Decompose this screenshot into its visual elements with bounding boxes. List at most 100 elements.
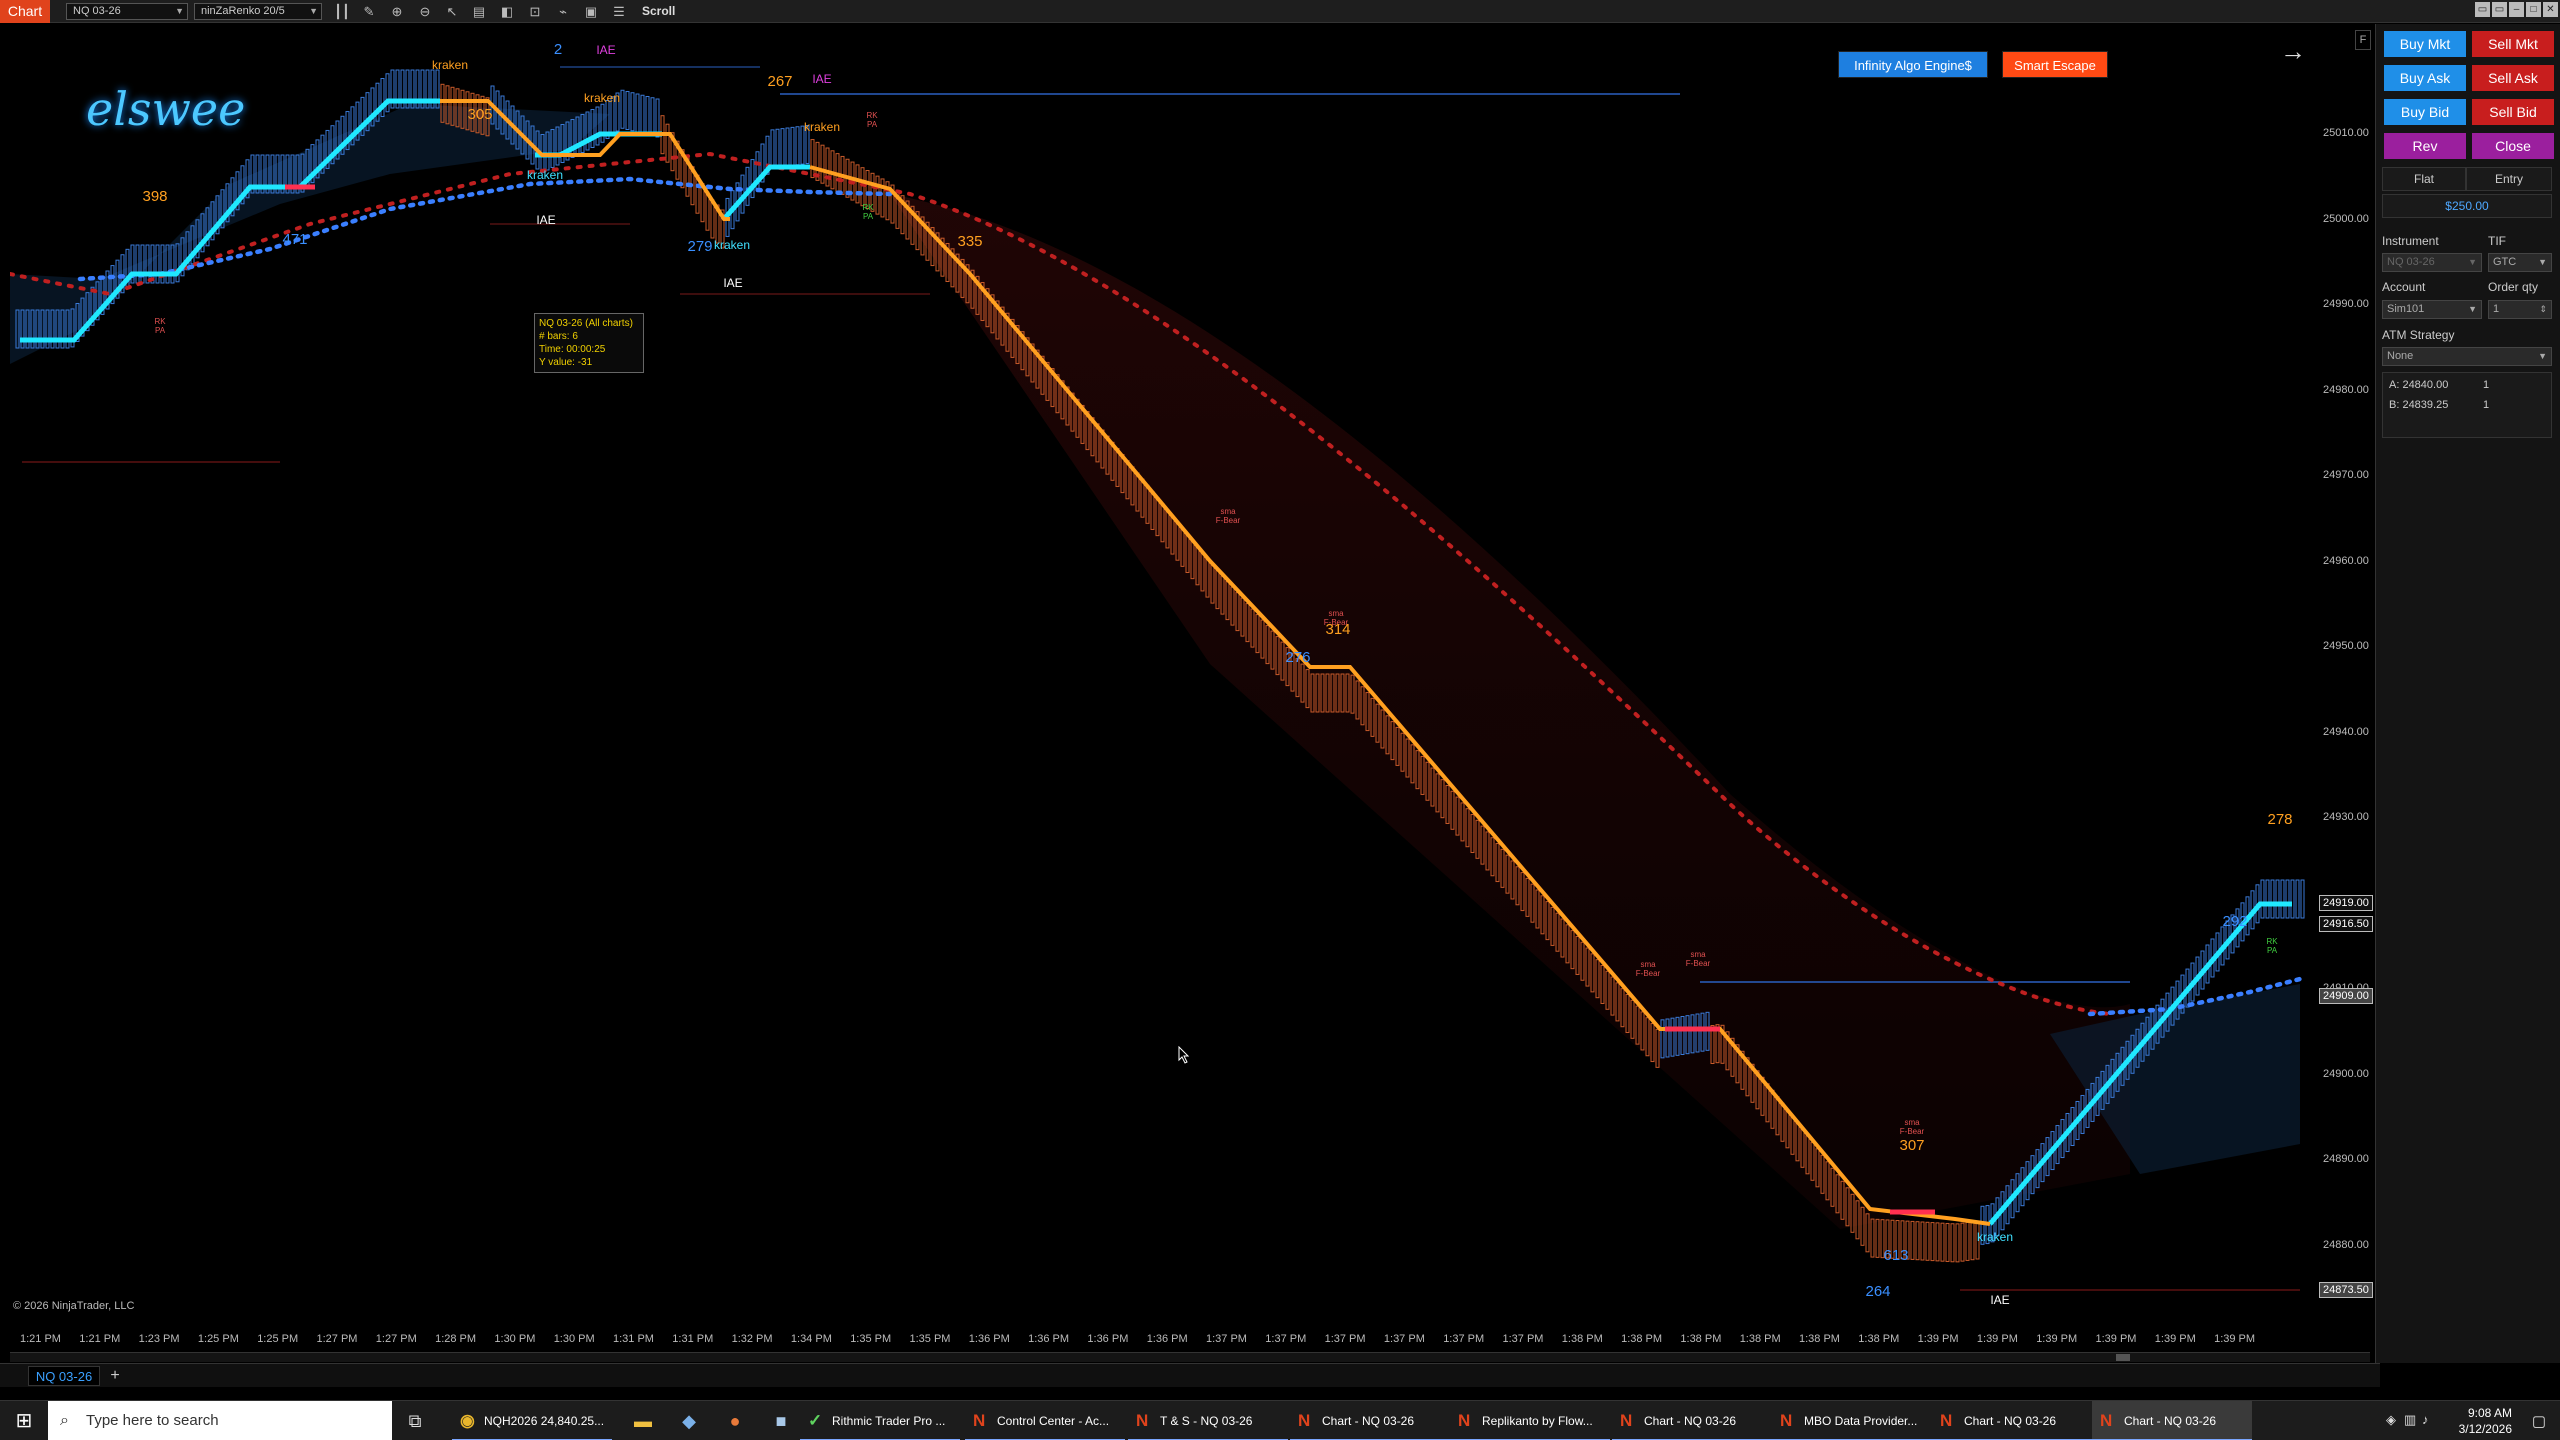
close-icon[interactable]: ✕ (2543, 2, 2558, 17)
atm-strategy-select[interactable]: None ▼ (2382, 347, 2552, 366)
cascade-icon[interactable]: ▭ (2492, 2, 2507, 17)
renko-candle (635, 93, 640, 133)
add-tab-button[interactable]: + (106, 1366, 124, 1386)
bar-type-selector-value: ninZaRenko 20/5 (201, 5, 285, 17)
pointer-icon[interactable]: ↖ (443, 3, 461, 20)
buy-market-button[interactable]: Buy Mkt (2384, 31, 2466, 57)
time-tick-label: 1:38 PM (1799, 1333, 1840, 1345)
instrument-select[interactable]: NQ 03-26 ▼ (2382, 253, 2482, 272)
drawing-tool-icon[interactable]: ✎ (360, 3, 378, 20)
app-pin-icon[interactable]: ● (712, 1401, 758, 1440)
buy-bid-button[interactable]: Buy Bid (2384, 99, 2466, 125)
price-marker: 24916.50 (2319, 916, 2373, 932)
app-pin-icon[interactable]: ■ (758, 1401, 804, 1440)
price-tick-label: 24990.00 (2323, 298, 2369, 310)
search-icon: ⌕ (60, 1412, 69, 1429)
price-axis[interactable]: 25010.00 25000.00 24990.00 24980.00 24970.00… (2315, 24, 2375, 1324)
account-select[interactable]: Sim101 ▼ (2382, 300, 2482, 319)
close-position-button[interactable]: Close (2472, 133, 2554, 159)
indicators-icon[interactable]: ◧ (498, 3, 516, 20)
chart-trader-panel: Buy Mkt Sell Mkt Buy Ask Sell Ask Buy Bi… (2375, 24, 2560, 1363)
tif-select[interactable]: GTC ▼ (2488, 253, 2552, 272)
bar-type-selector[interactable]: ninZaRenko 20/5 ▼ (194, 3, 322, 20)
time-tick-label: 1:39 PM (2095, 1333, 2137, 1345)
chart-menu-button[interactable]: Chart (0, 0, 50, 23)
price-marker: 24909.00 (2319, 988, 2373, 1004)
ninjatrader-icon: N (1780, 1411, 1793, 1430)
zoom-out-icon[interactable]: ⊖ (416, 3, 434, 20)
instrument-selector[interactable]: NQ 03-26 ▼ (66, 3, 188, 20)
notification-icon[interactable]: ▢ (2532, 1412, 2546, 1430)
renko-candle (1960, 1222, 1965, 1262)
taskbar-app-button[interactable]: N Chart - NQ 03-26 (2092, 1401, 2252, 1440)
chart-trader-icon[interactable]: ⌁ (554, 3, 572, 20)
minimize-icon[interactable]: – (2509, 2, 2524, 17)
signal-label: sma (1904, 1118, 1920, 1127)
time-tick-label: 1:36 PM (1146, 1333, 1188, 1345)
signal-label: PA (155, 326, 166, 335)
scrollbar-thumb[interactable] (2116, 1354, 2130, 1361)
tile-icon[interactable]: ▭ (2475, 2, 2490, 17)
taskbar-app-button[interactable]: N Chart - NQ 03-26 (1612, 1401, 1772, 1440)
sell-ask-button[interactable]: Sell Ask (2472, 65, 2554, 91)
file-explorer-icon[interactable]: ▬ (620, 1401, 666, 1440)
tray-app-icon[interactable]: ◈ (2386, 1412, 2396, 1428)
bars-style-icon[interactable]: ┃┃ (333, 3, 351, 20)
data-series-icon[interactable]: ▤ (470, 3, 488, 20)
taskbar-search-input[interactable]: ⌕ Type here to search (48, 1401, 392, 1440)
renko-candle (170, 244, 175, 284)
renko-candle (665, 123, 670, 163)
zoom-in-icon[interactable]: ⊕ (388, 3, 406, 20)
smart-escape-button[interactable]: Smart Escape (2002, 51, 2108, 78)
entry-status: Entry (2466, 167, 2552, 191)
taskbar-app-button[interactable]: N Chart - NQ 03-26 (1290, 1401, 1450, 1440)
stepper-icon[interactable]: ⇕ (2539, 301, 2547, 318)
taskbar-app-button[interactable]: ◉ NQH2026 24,840.25... (452, 1401, 612, 1440)
signal-label: 307 (1899, 1137, 1924, 1154)
taskbar-app-button[interactable]: N MBO Data Provider... (1772, 1401, 1932, 1440)
taskbar-app-button[interactable]: N Replikanto by Flow... (1450, 1401, 1610, 1440)
renko-candle (630, 92, 635, 132)
instrument-tab[interactable]: NQ 03-26 (28, 1366, 100, 1386)
reverse-button[interactable]: Rev (2384, 133, 2466, 159)
taskbar-app-button[interactable]: N Control Center - Ac... (965, 1401, 1125, 1440)
signal-label: RK (862, 203, 874, 212)
buy-ask-button[interactable]: Buy Ask (2384, 65, 2466, 91)
clock[interactable]: 9:08 AM 3/12/2026 (2459, 1405, 2512, 1437)
time-axis[interactable]: 1:21 PM 1:21 PM 1:23 PM 1:25 PM 1:25 PM 1:27 … (10, 1328, 2370, 1350)
price-tick-label: 24950.00 (2323, 640, 2369, 652)
chevron-down-icon: ▼ (175, 6, 184, 16)
properties-icon[interactable]: ▣ (582, 3, 600, 20)
copyright-text: © 2026 NinjaTrader, LLC (13, 1300, 135, 1312)
sell-bid-button[interactable]: Sell Bid (2472, 99, 2554, 125)
taskbar-app-button[interactable]: ✓ Rithmic Trader Pro ... (800, 1401, 960, 1440)
task-view-icon[interactable]: ⧉ (392, 1401, 438, 1440)
renko-candle (600, 103, 605, 143)
maximize-icon[interactable]: □ (2526, 2, 2541, 17)
app-pin-icon[interactable]: ◆ (666, 1401, 712, 1440)
taskbar-app-button[interactable]: N T & S - NQ 03-26 (1128, 1401, 1288, 1440)
arrow-right-icon[interactable]: → (2280, 36, 2306, 67)
price-tick-label: 24970.00 (2323, 469, 2369, 481)
taskbar-app-button[interactable]: N Chart - NQ 03-26 (1932, 1401, 2092, 1440)
time-tick-label: 1:37 PM (1206, 1333, 1247, 1345)
system-tray: ◈ ▥ ♪ 9:08 AM 3/12/2026 ▢ (2380, 1401, 2560, 1440)
infinity-algo-engine-button[interactable]: Infinity Algo Engine$ (1838, 51, 1988, 78)
strategies-icon[interactable]: ⊡ (526, 3, 544, 20)
price-tick-label: 24880.00 (2323, 1238, 2369, 1251)
renko-candle (2295, 879, 2300, 919)
chevron-down-icon: ▼ (2538, 351, 2547, 361)
order-qty-stepper[interactable]: 1 ⇕ (2488, 300, 2552, 319)
renko-candle (810, 139, 815, 179)
list-icon[interactable]: ☰ (610, 3, 628, 20)
sell-market-button[interactable]: Sell Mkt (2472, 31, 2554, 57)
windows-start-icon[interactable]: ⊞ (0, 1401, 48, 1440)
volume-icon[interactable]: ♪ (2422, 1412, 2429, 1427)
renko-candle (1925, 1221, 1930, 1261)
atm-strategy-label: ATM Strategy (2382, 328, 2455, 342)
ninjatrader-icon: N (1940, 1411, 1953, 1430)
chart-toolbar: Chart NQ 03-26 ▼ ninZaRenko 20/5 ▼ ┃┃ ✎ … (0, 0, 2560, 23)
network-icon[interactable]: ▥ (2404, 1412, 2416, 1428)
price-chart[interactable]: kraken2 IAE305kraken267 IAERKPAkraken398kr… (10, 24, 2315, 1324)
horizontal-scrollbar[interactable] (10, 1352, 2370, 1362)
